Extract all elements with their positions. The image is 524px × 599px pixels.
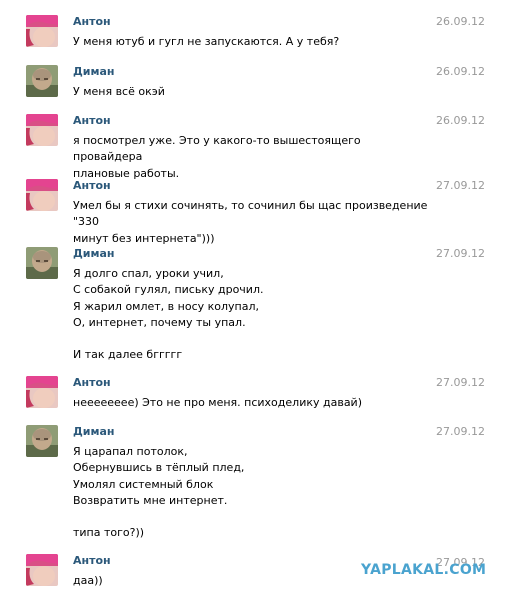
message-date: 27.09.12 — [436, 376, 485, 389]
message-text: неееееееe) Это не про меня. психоделику … — [73, 396, 363, 409]
watermark-logo: YAPLAKAL.COM — [361, 562, 487, 578]
message-text: Я долго спал, уроки учил, С собакой гуля… — [73, 267, 264, 362]
diman-avatar-icon — [26, 65, 58, 97]
author-name[interactable]: Диман — [73, 65, 115, 79]
message-text: Я царапал потолок, Обернувшись в тёплый … — [73, 445, 245, 540]
message-text: У меня всё окэй — [73, 85, 165, 98]
avatar[interactable] — [26, 65, 58, 97]
anton-avatar-icon — [26, 179, 58, 211]
author-name[interactable]: Диман — [73, 247, 115, 261]
author-name[interactable]: Антон — [73, 554, 111, 568]
avatar[interactable] — [26, 179, 58, 211]
author-name[interactable]: Диман — [73, 425, 115, 439]
message-text: У меня ютуб и гугл не запускаются. А у т… — [73, 35, 340, 48]
avatar[interactable] — [26, 114, 58, 146]
message-date: 27.09.12 — [436, 247, 485, 260]
message-date: 26.09.12 — [436, 65, 485, 78]
anton-avatar-icon — [26, 114, 58, 146]
anton-avatar-icon — [26, 376, 58, 408]
avatar[interactable] — [26, 15, 58, 47]
author-name[interactable]: Антон — [73, 15, 111, 29]
avatar[interactable] — [26, 554, 58, 586]
message-date: 27.09.12 — [436, 425, 485, 438]
anton-avatar-icon — [26, 15, 58, 47]
author-name[interactable]: Антон — [73, 114, 111, 128]
message-date: 27.09.12 — [436, 179, 485, 192]
message-date: 26.09.12 — [436, 15, 485, 28]
avatar[interactable] — [26, 425, 58, 457]
author-name[interactable]: Антон — [73, 179, 111, 193]
diman-avatar-icon — [26, 425, 58, 457]
avatar[interactable] — [26, 376, 58, 408]
diman-avatar-icon — [26, 247, 58, 279]
message-date: 26.09.12 — [436, 114, 485, 127]
anton-avatar-icon — [26, 554, 58, 586]
message-text: Умел бы я стихи сочинять, то сочинил бы … — [73, 199, 428, 245]
avatar[interactable] — [26, 247, 58, 279]
author-name[interactable]: Антон — [73, 376, 111, 390]
message-text: я посмотрел уже. Это у какого-то вышесто… — [73, 134, 361, 180]
